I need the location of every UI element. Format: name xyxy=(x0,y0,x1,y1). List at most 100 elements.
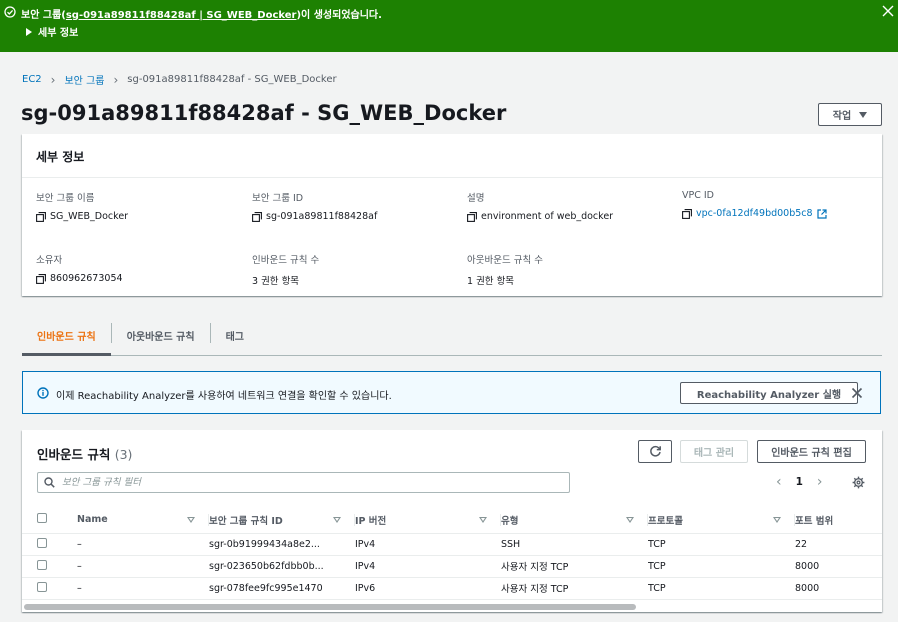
search-icon xyxy=(44,477,55,488)
column-rule-id[interactable]: 보안 그룹 규칙 ID xyxy=(209,507,355,534)
field-value: vpc-0fa12df49bd00b5c8 xyxy=(682,208,827,219)
column-label: 프로토콜 xyxy=(648,515,683,527)
copy-icon[interactable] xyxy=(467,211,477,222)
alert-text: 이제 Reachability Analyzer를 사용하여 네트워크 연결을 … xyxy=(56,391,392,402)
success-flash-banner: 보안 그룹(sg-091a89811f88428af | SG_WEB_Dock… xyxy=(0,0,898,52)
field-description: 설명 environment of web_docker xyxy=(467,190,613,222)
cell-protocol: TCP xyxy=(648,577,795,600)
field-label: 보안 그룹 이름 xyxy=(36,193,95,204)
field-group-name: 보안 그룹 이름 SG_WEB_Docker xyxy=(36,190,128,222)
table-header-row: Name 보안 그룹 규칙 ID IP 버전 유형 프로토콜 포트 범위 xyxy=(22,507,882,534)
rules-filter[interactable] xyxy=(37,472,570,493)
field-label: 인바운드 규칙 수 xyxy=(252,255,320,266)
cell-name: – xyxy=(77,533,209,556)
field-owner: 소유자 860962673054 xyxy=(36,252,123,284)
tab-inbound-rules[interactable]: 인바운드 규칙 xyxy=(22,318,111,356)
cell-type: 사용자 지정 TCP xyxy=(501,555,648,578)
breadcrumb-security-groups[interactable]: 보안 그룹 xyxy=(64,72,104,87)
table-row[interactable]: – sgr-0b91999434a8e2... IPv4 SSH TCP 22 xyxy=(22,533,882,556)
column-name[interactable]: Name xyxy=(77,507,209,534)
sort-icon[interactable] xyxy=(773,517,781,523)
row-checkbox[interactable] xyxy=(37,581,47,592)
column-ip-version[interactable]: IP 버전 xyxy=(355,507,501,534)
close-icon[interactable] xyxy=(880,3,896,19)
refresh-icon xyxy=(649,445,661,457)
rules-filter-input[interactable] xyxy=(62,475,562,490)
vpc-id-link[interactable]: vpc-0fa12df49bd00b5c8 xyxy=(696,208,813,219)
tab-tags[interactable]: 태그 xyxy=(211,318,259,355)
row-select-cell xyxy=(22,555,77,578)
sort-icon[interactable] xyxy=(626,517,634,523)
flash-details-label: 세부 정보 xyxy=(38,28,79,39)
field-value: 860962673054 xyxy=(36,273,123,284)
page-title: sg-091a89811f88428af - SG_WEB_Docker xyxy=(21,101,507,125)
external-link-icon[interactable] xyxy=(816,208,827,219)
refresh-button[interactable] xyxy=(638,440,672,463)
chevron-right-icon[interactable]: › xyxy=(817,474,823,490)
column-port-range[interactable]: 포트 범위 xyxy=(795,507,882,534)
breadcrumb-ec2[interactable]: EC2 xyxy=(22,74,42,85)
security-group-link[interactable]: sg-091a89811f88428af | SG_WEB_Docker xyxy=(66,10,297,21)
field-value: SG_WEB_Docker xyxy=(36,211,128,222)
manage-tags-button[interactable]: 태그 관리 xyxy=(680,440,748,463)
row-select-cell xyxy=(22,577,77,600)
breadcrumb: EC2 › 보안 그룹 › sg-091a89811f88428af - SG_… xyxy=(22,72,337,88)
column-protocol[interactable]: 프로토콜 xyxy=(648,507,795,534)
chevron-left-icon[interactable]: ‹ xyxy=(776,474,782,490)
sort-icon[interactable] xyxy=(187,517,195,523)
cell-rule-id: sgr-0b91999434a8e2... xyxy=(209,533,355,556)
row-select-cell xyxy=(22,533,77,556)
outbound-count-value: 1 권한 항목 xyxy=(467,276,515,287)
sort-icon[interactable] xyxy=(333,517,341,523)
select-all-cell xyxy=(22,507,77,534)
field-inbound-count: 인바운드 규칙 수 3 권한 항목 xyxy=(252,252,319,287)
field-value: environment of web_docker xyxy=(467,211,613,222)
caret-down-icon xyxy=(859,111,868,118)
table-row[interactable]: – sgr-023650b62fdbb0b... IPv4 사용자 지정 TCP… xyxy=(22,555,882,578)
current-page[interactable]: 1 xyxy=(796,476,803,488)
copy-icon[interactable] xyxy=(36,211,46,222)
group-id-value: sg-091a89811f88428af xyxy=(266,211,378,222)
cell-name: – xyxy=(77,555,209,578)
owner-value: 860962673054 xyxy=(50,273,123,284)
field-vpc-id: VPC ID vpc-0fa12df49bd00b5c8 xyxy=(682,190,827,219)
cell-port-range: 22 xyxy=(795,533,882,556)
column-type[interactable]: 유형 xyxy=(501,507,648,534)
pagination: ‹ 1 › xyxy=(776,474,823,490)
gear-icon[interactable] xyxy=(852,476,865,489)
select-all-checkbox[interactable] xyxy=(37,513,47,524)
run-reachability-analyzer-button[interactable]: Reachability Analyzer 실행 xyxy=(680,382,858,404)
success-check-icon xyxy=(4,6,16,18)
column-label: 보안 그룹 규칙 ID xyxy=(209,515,283,527)
row-checkbox[interactable] xyxy=(37,559,47,570)
cell-ip-version: IPv4 xyxy=(355,555,501,578)
flash-details-toggle[interactable]: 세부 정보 xyxy=(26,24,78,39)
sort-icon[interactable] xyxy=(479,517,487,523)
tab-outbound-rules[interactable]: 아웃바운드 규칙 xyxy=(112,318,210,355)
copy-icon[interactable] xyxy=(36,273,46,284)
row-checkbox[interactable] xyxy=(37,537,47,548)
cell-ip-version: IPv6 xyxy=(355,577,501,600)
horizontal-scrollbar[interactable] xyxy=(24,604,636,610)
caret-right-icon xyxy=(26,27,32,36)
close-icon[interactable] xyxy=(850,386,864,400)
field-label: 소유자 xyxy=(36,255,63,266)
cell-rule-id: sgr-078fee9fc995e1470 xyxy=(209,577,355,600)
field-group-id: 보안 그룹 ID sg-091a89811f88428af xyxy=(252,190,377,222)
chevron-right-icon: › xyxy=(50,72,56,87)
table-row[interactable]: – sgr-078fee9fc995e1470 IPv6 사용자 지정 TCP … xyxy=(22,577,882,600)
rules-count: (3) xyxy=(114,447,133,462)
copy-icon[interactable] xyxy=(252,211,262,222)
field-value: sg-091a89811f88428af xyxy=(252,211,377,222)
edit-inbound-rules-button[interactable]: 인바운드 규칙 편집 xyxy=(757,440,866,463)
copy-icon[interactable] xyxy=(682,208,692,219)
field-label: 설명 xyxy=(467,193,485,204)
field-label: VPC ID xyxy=(682,190,714,201)
actions-label: 작업 xyxy=(832,111,852,122)
column-label: 유형 xyxy=(501,515,519,527)
field-label: 아웃바운드 규칙 수 xyxy=(467,255,543,266)
breadcrumb-current: sg-091a89811f88428af - SG_WEB_Docker xyxy=(127,74,337,85)
info-icon xyxy=(37,387,49,399)
cell-rule-id: sgr-023650b62fdbb0b... xyxy=(209,555,355,578)
actions-button[interactable]: 작업 xyxy=(818,103,882,126)
